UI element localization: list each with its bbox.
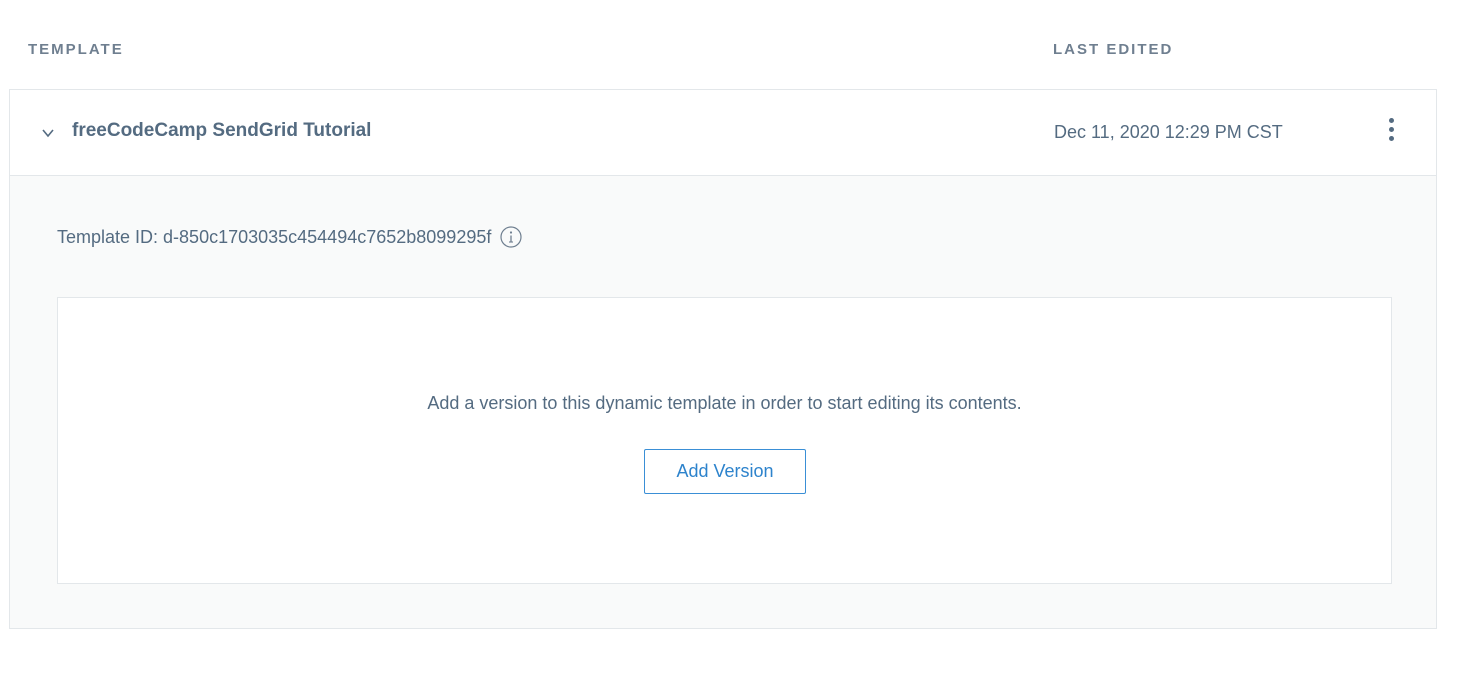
table-header: TEMPLATE LAST EDITED: [0, 0, 1480, 90]
template-name[interactable]: freeCodeCamp SendGrid Tutorial: [72, 120, 371, 142]
template-id-text: Template ID: d-850c1703035c454494c7652b8…: [57, 226, 492, 247]
template-row[interactable]: freeCodeCamp SendGrid Tutorial Dec 11, 2…: [10, 90, 1436, 176]
last-edited-column-header: LAST EDITED: [1053, 41, 1174, 58]
add-version-button[interactable]: Add Version: [644, 449, 806, 494]
template-id-line: Template ID: d-850c1703035c454494c7652b8…: [57, 226, 522, 248]
chevron-down-icon[interactable]: [40, 126, 56, 140]
kebab-menu-icon[interactable]: [1376, 114, 1406, 154]
template-row-panel: freeCodeCamp SendGrid Tutorial Dec 11, 2…: [9, 89, 1437, 629]
info-icon[interactable]: [500, 226, 522, 248]
empty-versions-card: Add a version to this dynamic template i…: [57, 297, 1392, 584]
template-column-header: TEMPLATE: [28, 41, 124, 58]
empty-state-message: Add a version to this dynamic template i…: [427, 393, 1022, 413]
last-edited-timestamp: Dec 11, 2020 12:29 PM CST: [1054, 122, 1283, 142]
